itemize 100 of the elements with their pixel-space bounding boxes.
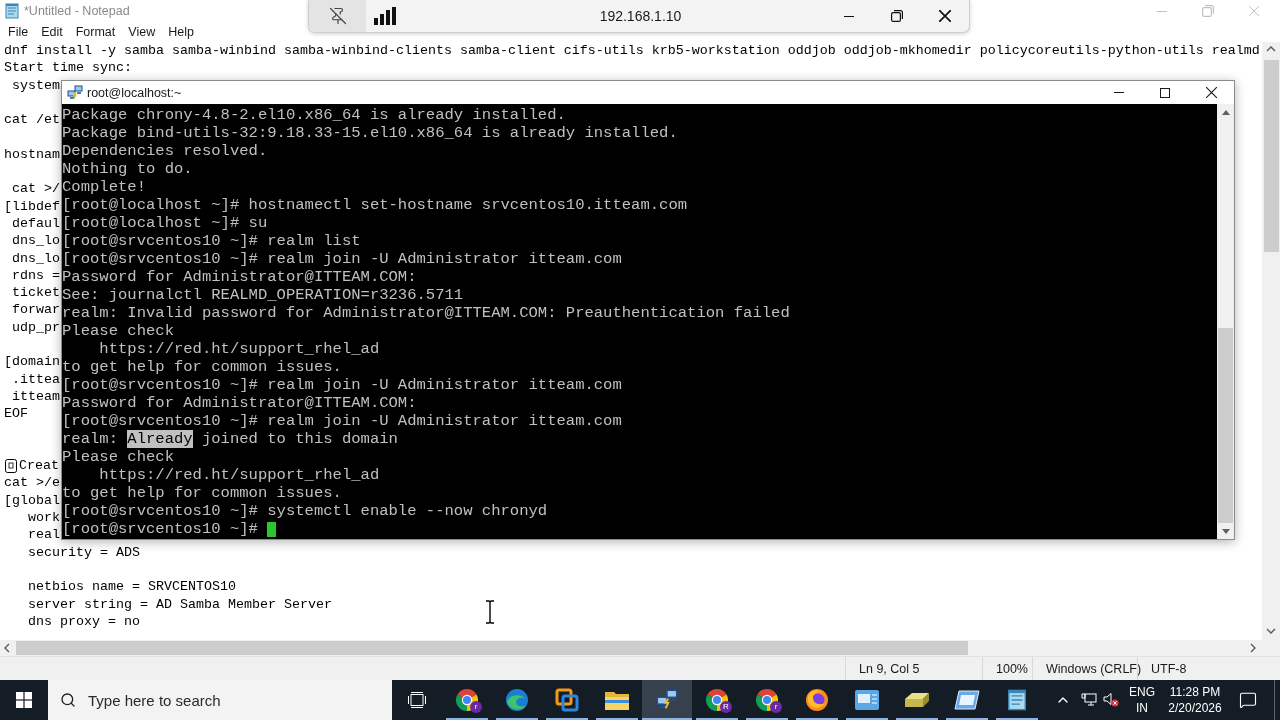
terminal-line: [root@srvcentos10 ~]# realm join -U Administrator itteam.com [62, 376, 622, 394]
computer-icon [1081, 693, 1097, 707]
minimize-icon [1114, 92, 1124, 93]
text-line: Creat [19, 457, 59, 475]
missing-glyph-icon [5, 458, 17, 473]
terminal-line: Complete! [62, 178, 146, 196]
search-icon [60, 692, 76, 708]
terminal-line: Please check [62, 322, 174, 340]
notepad-icon [1006, 689, 1028, 711]
vertical-scrollbar[interactable] [1217, 104, 1234, 539]
taskbar-app[interactable] [642, 680, 692, 720]
terminal-line: Nothing to do. [62, 160, 193, 178]
text-line: netbios name = SRVCENTOS10 [27, 578, 236, 596]
clock-button[interactable]: 11:28 PM 2/20/2026 [1162, 680, 1228, 720]
terminal-line: [root@srvcentos10 ~]# realm list [62, 232, 361, 250]
slanted-window-icon [954, 690, 980, 710]
menu-item[interactable]: Format [69, 22, 122, 42]
scrollbar-thumb[interactable] [1263, 60, 1279, 252]
text-line: Start time sync: [4, 59, 132, 77]
terminal-line: See: journalctl REALMD_OPERATION=r3236.5711 [62, 286, 464, 304]
terminal-line: https://red.ht/support_rhel_ad [98, 340, 380, 358]
terminal-line: [root@localhost ~]# su [62, 214, 268, 232]
text-line: [libdef [4, 197, 60, 215]
maximize-icon [1160, 87, 1170, 98]
pin-off-icon [328, 7, 347, 25]
window-title: *Untitled - Notepad [24, 4, 130, 18]
task-view-icon [408, 692, 426, 708]
text-line: real [27, 526, 60, 544]
input-language-button[interactable]: ENG IN [1122, 680, 1162, 720]
minimize-icon [844, 15, 854, 17]
text-line: udp_pr [11, 318, 60, 337]
horizontal-scrollbar[interactable] [0, 640, 1262, 656]
triangle-up-icon [1221, 109, 1230, 115]
terminal-line: [root@localhost ~]# hostnamectl set-hostname srvcentos10.itteam.com [62, 196, 688, 214]
search-field[interactable]: Type here to search [48, 680, 392, 720]
profile-badge: r [770, 701, 782, 713]
terminal-line: realm: Invalid password for Administrator@ITTEAM.COM: Preauthentication failed [62, 304, 790, 322]
windows-logo-icon [16, 692, 32, 708]
text-line: dns proxy = no [27, 612, 140, 631]
close-icon [1249, 6, 1259, 16]
text-line: dns_lo [11, 232, 60, 250]
connection-address: 192.168.1.10 [598, 7, 683, 26]
text-line: hostnam [4, 145, 60, 164]
terminal-line: Please check [62, 448, 174, 466]
pin-button[interactable] [309, 0, 366, 32]
terminal-line: to get help for common issues. [62, 484, 342, 502]
text-line: rdns = [11, 266, 60, 285]
terminal-line: realm: Already joined to this domain [62, 430, 398, 448]
text-line: itteam [11, 387, 60, 406]
text-line: defaul [11, 214, 60, 233]
overlapping-squares-icon [555, 688, 579, 712]
text-line: work [27, 509, 60, 527]
text-line: .ittea [11, 370, 60, 388]
window-title: root@localhost:~ [87, 85, 182, 100]
signal-bars-icon [374, 7, 396, 25]
text-line: dns_lo [11, 249, 60, 267]
terminal-line: https://red.ht/support_rhel_ad [98, 466, 380, 484]
folder-icon [605, 690, 629, 710]
text-line: ticket [11, 284, 60, 302]
text-line: cat /et [4, 111, 60, 129]
text-line: cat >/ [11, 180, 60, 198]
taskbar-app[interactable]: R [692, 680, 742, 720]
profile-badge: R [720, 701, 732, 713]
muted-speaker-icon [1103, 693, 1119, 707]
terminal-line: Password for Administrator@ITTEAM.COM: [62, 394, 417, 412]
vertical-scrollbar[interactable] [1262, 42, 1280, 640]
notepad-icon [4, 3, 20, 19]
triangle-down-icon [1221, 528, 1230, 534]
close-icon [939, 10, 951, 22]
menu-item[interactable]: Help [162, 22, 200, 42]
taskbar-app[interactable]: r [742, 680, 792, 720]
menu-item[interactable]: File [2, 22, 35, 42]
scrollbar-thumb[interactable] [1218, 328, 1233, 523]
terminal-line: Package bind-utils-32:9.18.33-15.el10.x86_64 is already installed. [62, 124, 678, 142]
text-cursor-icon [485, 600, 495, 624]
text-line: forwar [11, 301, 60, 319]
computers-lightning-icon [67, 84, 83, 101]
terminal-line: to get help for common issues. [62, 358, 342, 376]
message-icon [1239, 691, 1257, 709]
profile-badge: r [470, 701, 482, 713]
wave-browser-icon [505, 688, 529, 712]
window-panel-icon [855, 690, 879, 710]
text-line: EOF [4, 405, 28, 423]
text-line: system [11, 76, 60, 94]
close-icon [1205, 87, 1217, 98]
text-line: [domain [4, 353, 60, 371]
network-computers-icon [656, 689, 678, 711]
terminal-line: Package chrony-4.8-2.el10.x86_64 is already installed. [62, 106, 566, 124]
text-line: [global [4, 491, 60, 509]
text-line: security = ADS [27, 543, 140, 561]
terminal-line: [root@srvcentos10 ~]# realm join -U Administrator itteam.com [62, 412, 622, 430]
terminal-line: [root@srvcentos10 ~]# systemctl enable --now chronyd [62, 502, 548, 520]
text-line: dnf install -y samba samba-winbind samba-winbind-clients samba-client cifs-utils krb5-workstation oddjob oddjob-mkhomedir policycoreutils-python-utils realmd [4, 42, 1260, 60]
terminal-line: [root@srvcentos10 ~]# realm join -U Administrator itteam.com [62, 250, 622, 268]
taskbar-app[interactable]: r [442, 680, 492, 720]
restore-icon [1202, 5, 1214, 17]
menu-item[interactable]: View [122, 22, 162, 42]
text-line: server string = AD Samba Member Server [27, 595, 332, 613]
menu-item[interactable]: Edit [35, 22, 69, 42]
scrollbar-thumb[interactable] [16, 641, 968, 655]
